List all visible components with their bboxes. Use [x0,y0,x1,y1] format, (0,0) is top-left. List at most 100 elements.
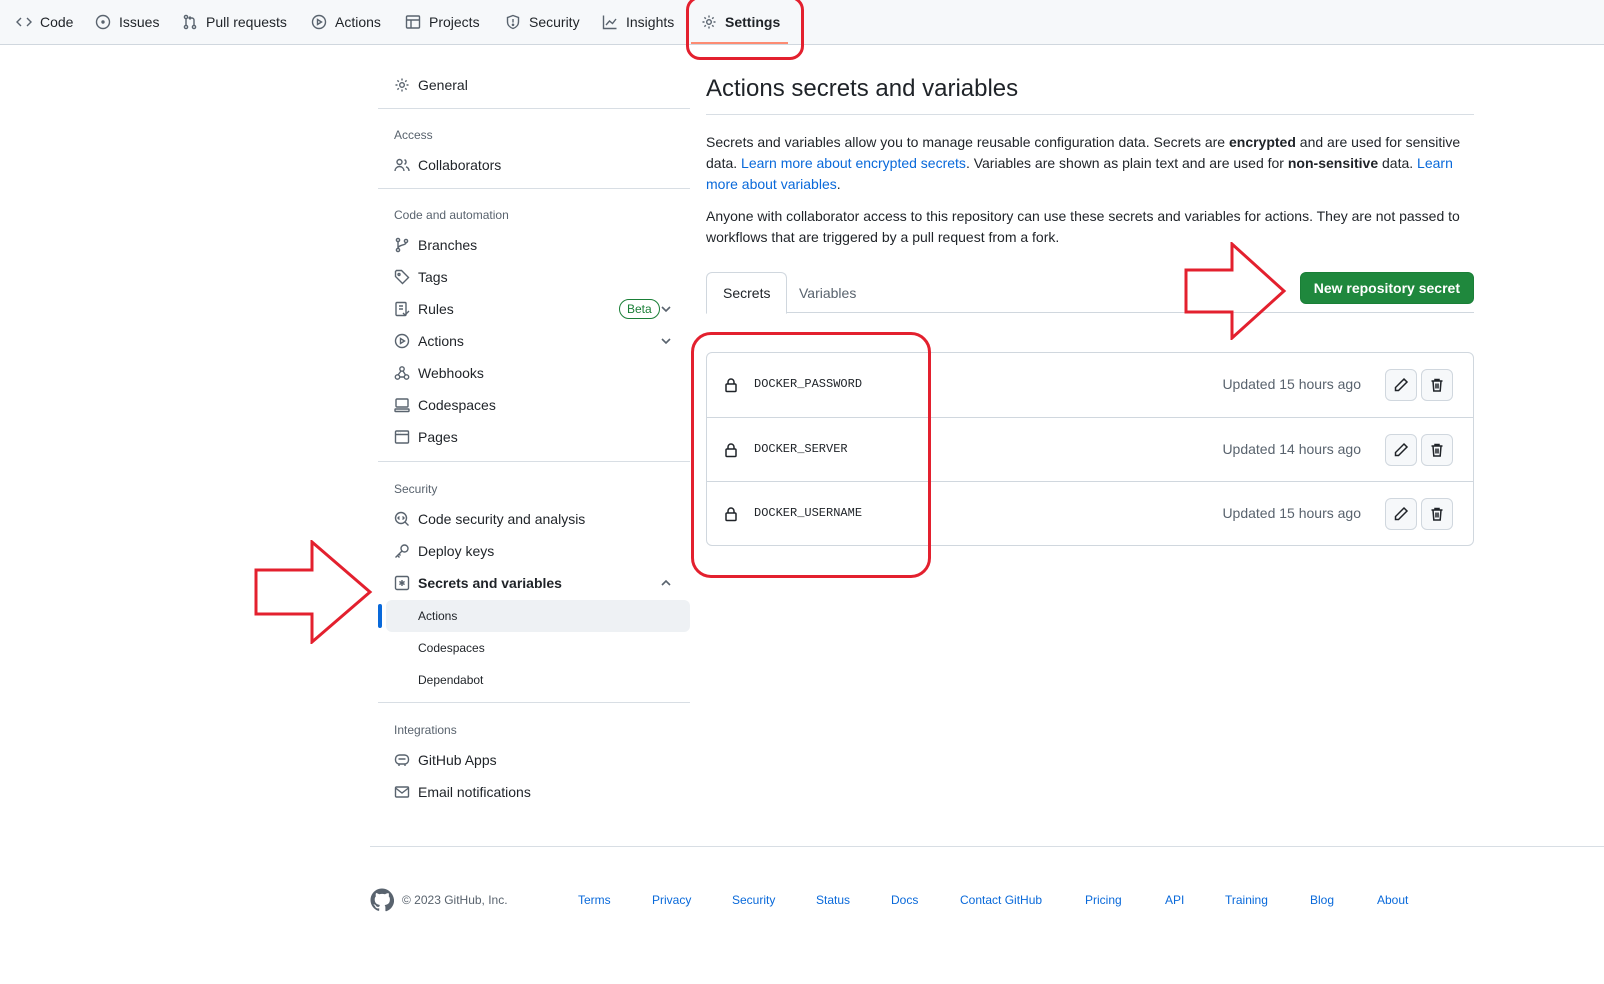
key-asterisk-icon [394,575,410,591]
sidebar-item-github-apps[interactable]: GitHub Apps [394,748,497,772]
sidebar-item-label: Secrets and variables [418,575,562,591]
sidebar-item-code-security[interactable]: Code security and analysis [394,507,585,531]
description-emphasis: encrypted [1228,134,1296,150]
sidebar-item-label: Rules [418,301,454,317]
sidebar-subitem-actions[interactable]: Actions [418,604,457,628]
tab-label: Actions [335,14,381,30]
sidebar-divider [378,108,690,109]
issue-icon [95,14,111,30]
sidebar-item-actions[interactable]: Actions [394,329,464,353]
footer-link-status[interactable]: Status [816,893,850,907]
pencil-icon [1394,506,1409,521]
play-icon [311,14,327,30]
sidebar-item-rules[interactable]: Rules Beta [394,297,690,321]
title-divider [706,114,1474,115]
codespaces-icon [394,398,410,413]
footer-link-api[interactable]: API [1165,893,1184,907]
edit-secret-button[interactable] [1385,434,1417,466]
tab-label: Projects [429,14,480,30]
description-text: Secrets and variables allow you to manag… [706,134,1229,150]
tab-code[interactable]: Code [16,0,73,44]
beta-badge: Beta [619,299,660,319]
tab-secrets[interactable]: Secrets [706,272,788,314]
play-icon [394,333,410,349]
secret-updated: Updated 15 hours ago [1222,376,1361,392]
page-title: Actions secrets and variables [706,75,1019,102]
rules-icon [395,301,410,317]
description-paragraph: Secrets and variables allow you to manag… [706,132,1474,195]
sidebar-divider [378,702,690,703]
codescan-icon [394,511,409,526]
annotation-highlight-secrets [691,332,931,578]
tab-pull-requests[interactable]: Pull requests [182,0,287,44]
new-repository-secret-button[interactable]: New repository secret [1299,272,1474,304]
tab-projects[interactable]: Projects [405,0,480,44]
tab-issues[interactable]: Issues [95,0,159,44]
tab-security[interactable]: Security [505,0,580,44]
sidebar-item-collaborators[interactable]: Collaborators [394,153,501,177]
tab-variables[interactable]: Variables [783,272,872,313]
delete-secret-button[interactable] [1421,498,1453,530]
edit-secret-button[interactable] [1385,369,1417,401]
description-text: . Variables are shown as plain text and … [965,155,1288,171]
sidebar-item-general[interactable]: General [394,73,468,97]
webhook-icon [394,366,410,380]
chevron-up-icon[interactable] [658,575,674,591]
github-logo-icon[interactable] [370,888,394,912]
shield-icon [506,14,520,30]
sidebar-item-label: Pages [418,429,458,445]
sidebar-item-label: Code security and analysis [418,511,586,527]
footer-link-blog[interactable]: Blog [1310,893,1334,907]
sidebar-item-label: Email notifications [418,784,531,800]
delete-secret-button[interactable] [1421,369,1453,401]
secret-updated: Updated 14 hours ago [1222,441,1361,457]
sidebar-item-label: Actions [418,333,464,349]
browser-icon [394,430,410,444]
sidebar-divider [378,188,690,189]
sidebar-item-label: Deploy keys [418,543,495,559]
sidebar-heading-security: Security [394,482,438,496]
sidebar-item-label: General [418,77,468,93]
tab-label: Issues [119,14,160,30]
code-icon [16,17,32,27]
pull-request-icon [183,14,197,30]
sidebar-heading-access: Access [394,128,433,142]
sidebar-subitem-codespaces[interactable]: Codespaces [418,636,485,660]
footer-link-docs[interactable]: Docs [891,893,918,907]
learn-more-secrets-link[interactable]: Learn more about encrypted secrets [741,155,966,171]
sidebar-heading-code-automation: Code and automation [394,208,509,222]
sidebar-item-label: GitHub Apps [418,752,497,768]
mail-icon [394,786,410,798]
sidebar-item-branches[interactable]: Branches [394,233,477,257]
tab-insights[interactable]: Insights [602,0,674,44]
footer-link-pricing[interactable]: Pricing [1085,893,1122,907]
sidebar-item-label: Webhooks [418,365,484,381]
sidebar-item-email-notifications[interactable]: Email notifications [394,780,531,804]
footer-link-contact[interactable]: Contact GitHub [960,893,1042,907]
footer-link-about[interactable]: About [1377,893,1408,907]
sidebar-item-tags[interactable]: Tags [394,265,448,289]
tag-icon [394,269,410,285]
footer-link-privacy[interactable]: Privacy [652,893,691,907]
chevron-down-icon[interactable] [658,301,674,317]
secret-updated: Updated 15 hours ago [1222,505,1361,521]
chevron-down-icon[interactable] [658,333,674,349]
sidebar-item-deploy-keys[interactable]: Deploy keys [394,539,494,563]
footer-link-training[interactable]: Training [1225,893,1268,907]
pencil-icon [1394,377,1409,392]
tab-label: Security [529,14,580,30]
delete-secret-button[interactable] [1421,434,1453,466]
edit-secret-button[interactable] [1385,498,1417,530]
annotation-arrow-right-icon [254,540,373,644]
footer-link-terms[interactable]: Terms [578,893,611,907]
sidebar-item-codespaces[interactable]: Codespaces [394,393,496,417]
active-item-indicator [378,604,382,628]
sidebar-item-webhooks[interactable]: Webhooks [394,361,484,385]
sidebar-item-secrets-variables[interactable]: Secrets and variables [394,571,562,595]
trash-icon [1431,443,1443,457]
tab-actions[interactable]: Actions [311,0,381,44]
sidebar-subitem-dependabot[interactable]: Dependabot [418,668,483,692]
sidebar-item-pages[interactable]: Pages [394,425,458,449]
table-icon [405,15,421,29]
footer-link-security[interactable]: Security [732,893,775,907]
